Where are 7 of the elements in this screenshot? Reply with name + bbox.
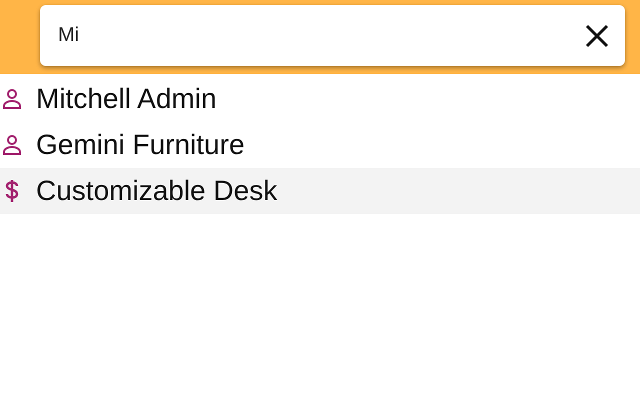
search-box[interactable]: Mi [40,5,625,66]
result-item[interactable]: Customizable Desk [0,168,640,214]
search-field[interactable]: Mi [58,24,585,47]
close-button[interactable] [585,24,609,48]
person-icon [2,134,22,156]
person-icon [2,88,22,110]
close-icon [585,24,609,48]
